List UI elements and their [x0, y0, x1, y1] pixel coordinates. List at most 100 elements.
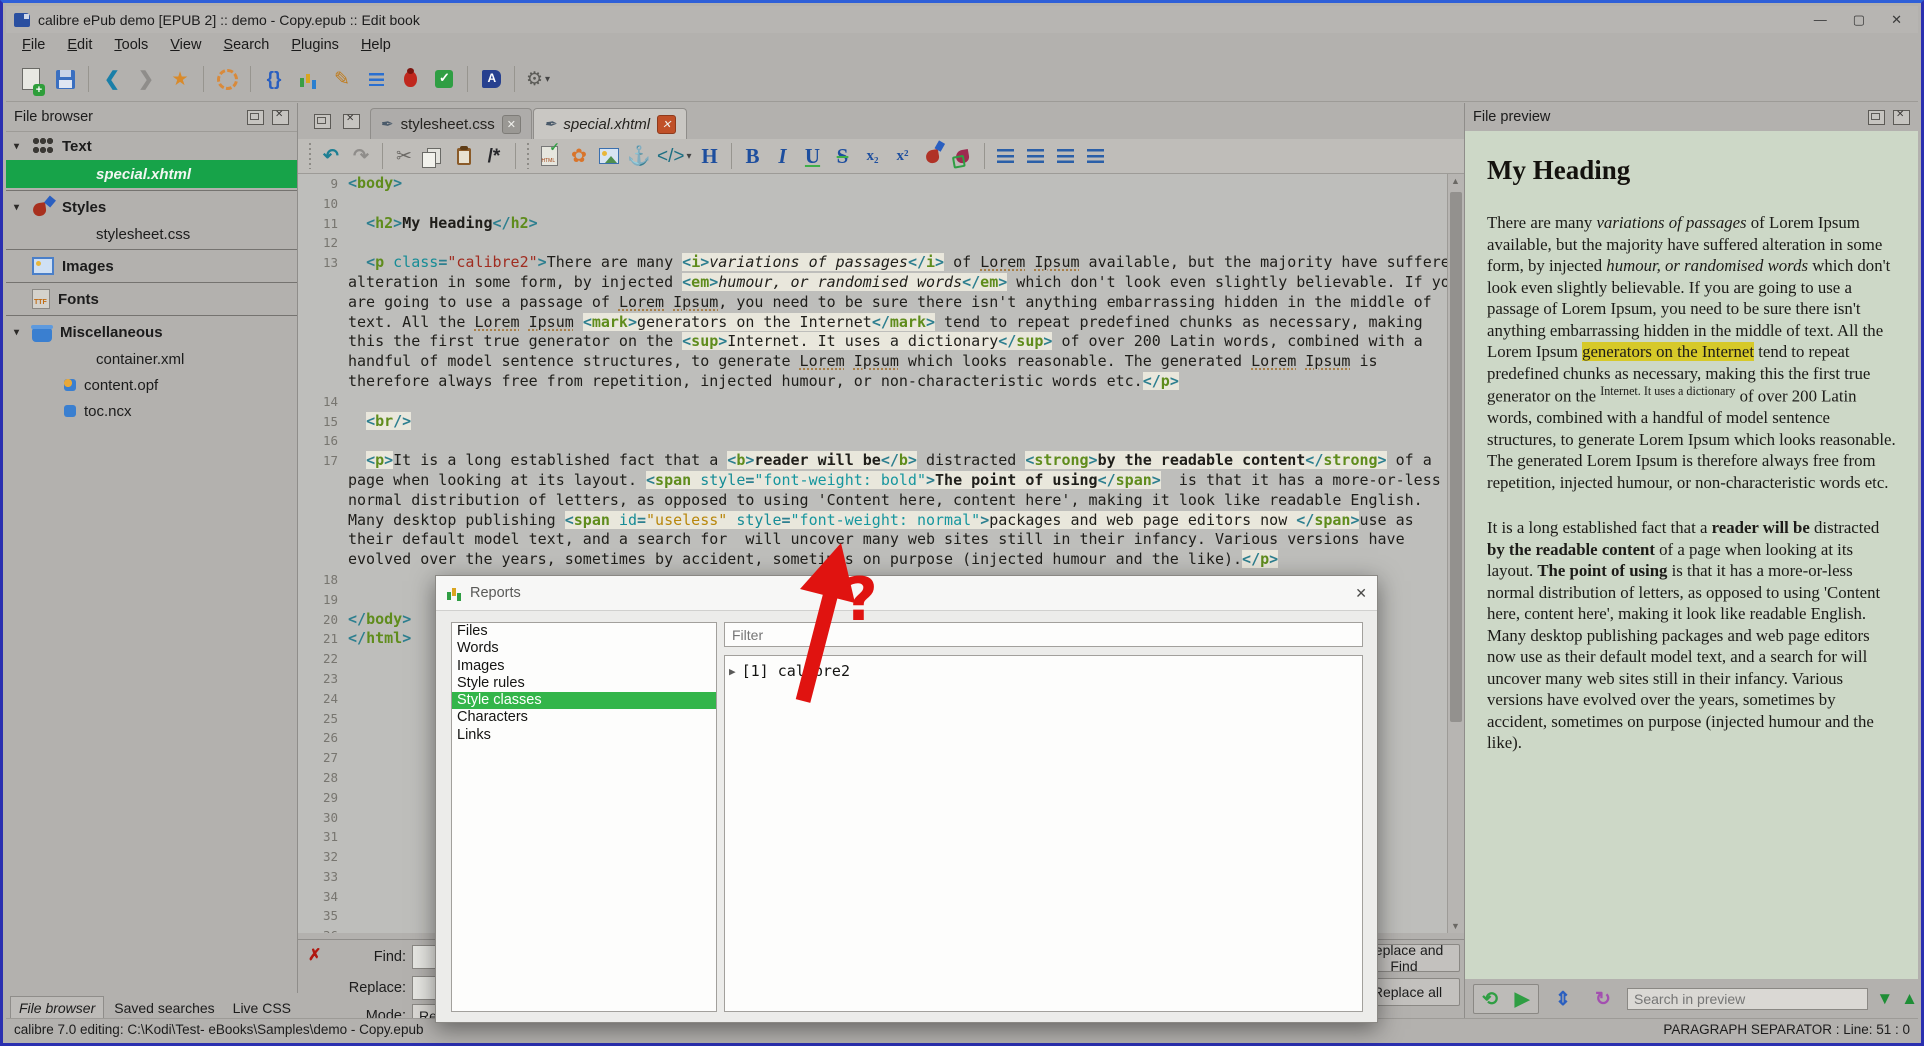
editor-close-icon[interactable]	[343, 113, 360, 129]
tree-group-styles[interactable]: ▾ Styles	[6, 193, 297, 221]
caret-icon[interactable]: ▾	[14, 141, 24, 152]
sync-position-button[interactable]: ⇕	[1547, 985, 1579, 1013]
tab-special-xhtml[interactable]: ✒ special.xhtml ✕	[532, 108, 688, 139]
insert-image-icon[interactable]	[594, 141, 624, 171]
close-find-icon[interactable]: ✗	[308, 945, 321, 965]
check-html-icon[interactable]	[534, 141, 564, 171]
debug-icon[interactable]	[393, 61, 427, 97]
tree-item-content-opf[interactable]: content.opf	[6, 372, 297, 398]
redo-icon[interactable]: ↷	[346, 141, 376, 171]
run-preview-button[interactable]: ▶	[1506, 985, 1538, 1013]
report-category-links[interactable]: Links	[452, 727, 716, 744]
menu-tools[interactable]: Tools	[104, 35, 158, 55]
report-filter-input[interactable]	[724, 622, 1363, 647]
beautify-icon[interactable]: ✿	[564, 141, 594, 171]
drag-handle-icon[interactable]	[307, 143, 313, 169]
edit-icon[interactable]: ✎	[325, 61, 359, 97]
float-dock-icon[interactable]	[247, 109, 264, 125]
search-next-icon[interactable]: ▼	[1876, 989, 1893, 1009]
reports-icon[interactable]	[291, 61, 325, 97]
reload-button[interactable]: ↻	[1587, 985, 1619, 1013]
paste-icon[interactable]	[449, 141, 479, 171]
report-category-files[interactable]: Files	[452, 623, 716, 640]
copy-icon[interactable]	[419, 141, 449, 171]
tree-group-images[interactable]: Images	[6, 252, 297, 280]
scrollbar-thumb[interactable]	[1450, 192, 1462, 722]
tab-close-icon[interactable]: ✕	[501, 114, 521, 134]
refresh-preview-button[interactable]: ⟲	[1474, 985, 1506, 1013]
translate-icon[interactable]	[474, 61, 508, 97]
arrange-icon[interactable]: {}	[257, 61, 291, 97]
close-dock-icon[interactable]	[272, 109, 289, 125]
expand-arrow-icon[interactable]: ▶	[729, 665, 736, 678]
drag-handle-icon[interactable]	[525, 143, 531, 169]
comment-icon[interactable]: /*	[479, 141, 509, 171]
editor-scrollbar[interactable]: ▲ ▼	[1447, 174, 1464, 933]
report-results-pane[interactable]: ▶ [1] calibre2	[724, 655, 1363, 1012]
spellcheck-icon[interactable]	[427, 61, 461, 97]
editor-float-icon[interactable]	[314, 114, 331, 129]
caret-icon[interactable]: ▾	[14, 202, 24, 213]
bold-icon[interactable]: B	[738, 141, 768, 171]
tree-group-text[interactable]: ▾ Text	[6, 132, 297, 160]
report-category-words[interactable]: Words	[452, 640, 716, 657]
superscript-icon[interactable]: x²	[888, 141, 918, 171]
new-file-icon[interactable]	[14, 61, 48, 97]
tree-item-toc-ncx[interactable]: toc.ncx	[6, 398, 297, 424]
tree-group-miscellaneous[interactable]: ▾ Miscellaneous	[6, 318, 297, 346]
menu-help[interactable]: Help	[351, 35, 401, 55]
heading-icon[interactable]: H	[695, 141, 725, 171]
report-category-characters[interactable]: Characters	[452, 709, 716, 726]
tree-item-special-xhtml[interactable]: special.xhtml	[6, 160, 297, 188]
italic-icon[interactable]: I	[768, 141, 798, 171]
dock-tab-file-browser[interactable]: File browser	[10, 996, 105, 1019]
tree-item-container-xml[interactable]: container.xml	[6, 346, 297, 372]
scroll-up-icon[interactable]: ▲	[1451, 176, 1460, 186]
scroll-down-icon[interactable]: ▼	[1451, 921, 1460, 931]
report-result-row[interactable]: ▶ [1] calibre2	[725, 656, 1362, 686]
bookmark-icon[interactable]: ★	[163, 61, 197, 97]
report-category-images[interactable]: Images	[452, 658, 716, 675]
menu-plugins[interactable]: Plugins	[281, 35, 349, 55]
insert-tag-icon[interactable]: </> ▾	[654, 141, 695, 171]
dock-tab-live-css[interactable]: Live CSS	[225, 997, 299, 1019]
menu-view[interactable]: View	[160, 35, 211, 55]
undo-icon[interactable]: ↶	[316, 141, 346, 171]
tab-close-icon[interactable]: ✕	[657, 114, 677, 134]
forward-icon[interactable]: ❯	[129, 61, 163, 97]
save-icon[interactable]	[48, 61, 82, 97]
minimize-icon[interactable]: —	[1814, 12, 1827, 27]
search-in-preview-input[interactable]	[1627, 988, 1869, 1010]
back-icon[interactable]: ❮	[95, 61, 129, 97]
insert-link-icon[interactable]: ⚓	[624, 141, 654, 171]
subscript-icon[interactable]: x₂	[858, 141, 888, 171]
report-category-style-classes[interactable]: Style classes	[452, 692, 716, 710]
align-justify-icon[interactable]	[1081, 141, 1111, 171]
menu-edit[interactable]: Edit	[57, 35, 102, 55]
report-category-list[interactable]: Files Words Images Style rules Style classes…	[451, 622, 717, 1012]
strikethrough-icon[interactable]: S	[828, 141, 858, 171]
align-center-icon[interactable]	[1021, 141, 1051, 171]
dialog-close-icon[interactable]: ✕	[1355, 585, 1367, 602]
tools-icon[interactable]: ⚙ ▾	[521, 61, 555, 97]
preview-close-icon[interactable]	[1893, 109, 1910, 125]
underline-icon[interactable]: U	[798, 141, 828, 171]
align-right-icon[interactable]	[1051, 141, 1081, 171]
menu-file[interactable]: File	[12, 35, 55, 55]
align-left-icon[interactable]	[991, 141, 1021, 171]
style-brush-icon[interactable]	[918, 141, 948, 171]
insert-snippet-icon[interactable]	[359, 61, 393, 97]
caret-icon[interactable]: ▾	[14, 327, 24, 338]
search-prev-icon[interactable]: ▲	[1901, 989, 1918, 1009]
dock-tab-saved-searches[interactable]: Saved searches	[106, 997, 222, 1019]
tree-group-fonts[interactable]: Fonts	[6, 285, 297, 313]
preview-float-icon[interactable]	[1868, 109, 1885, 125]
reports-dialog-titlebar[interactable]: Reports ✕	[436, 576, 1377, 611]
close-icon[interactable]: ✕	[1891, 12, 1902, 28]
menu-search[interactable]: Search	[213, 35, 279, 55]
check-book-icon[interactable]	[210, 61, 244, 97]
cut-icon[interactable]: ✂	[389, 141, 419, 171]
tab-stylesheet-css[interactable]: ✒ stylesheet.css ✕	[370, 108, 532, 139]
report-category-style-rules[interactable]: Style rules	[452, 675, 716, 692]
maximize-icon[interactable]: ▢	[1853, 12, 1865, 28]
